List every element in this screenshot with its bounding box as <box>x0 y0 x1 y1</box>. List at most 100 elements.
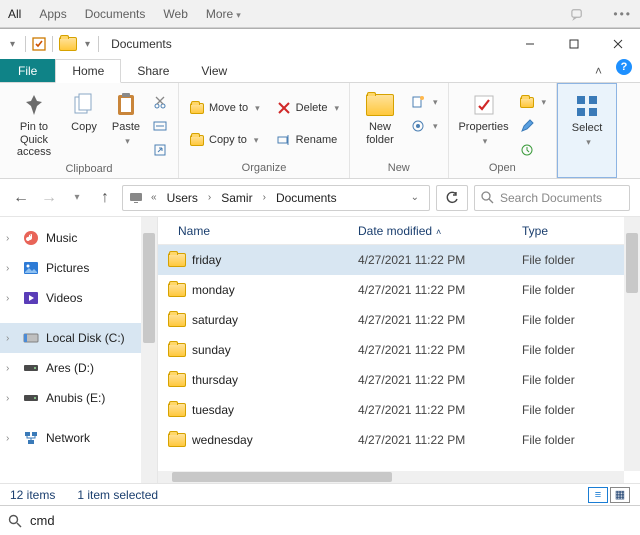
run-input[interactable] <box>30 513 632 528</box>
qat-overflow-icon[interactable]: ▾ <box>83 39 92 50</box>
feedback-icon[interactable] <box>570 6 585 21</box>
videos-icon <box>22 289 40 307</box>
copy-path-button[interactable] <box>148 115 172 137</box>
open-button[interactable]: ▾ <box>515 91 551 113</box>
pin-icon <box>18 91 50 119</box>
path-icon <box>152 118 168 134</box>
move-to-button[interactable]: Move to▾ <box>185 97 264 119</box>
file-row[interactable]: tuesday4/27/2021 11:22 PMFile folder <box>158 395 640 425</box>
chevron-right-icon[interactable]: › <box>6 433 16 444</box>
content-hscrollbar[interactable] <box>158 471 624 483</box>
pc-icon <box>129 191 143 205</box>
address-dropdown-icon[interactable]: ⌄ <box>407 192 423 203</box>
qat-dropdown-icon[interactable]: ▾ <box>6 39 19 50</box>
thumbnails-view-button[interactable]: ▦ <box>610 487 630 503</box>
minimize-button[interactable] <box>508 29 552 59</box>
column-header-name[interactable]: Name <box>158 224 358 238</box>
tree-item-pictures[interactable]: ›Pictures <box>0 253 157 283</box>
forward-button[interactable]: → <box>38 187 60 209</box>
file-row[interactable]: monday4/27/2021 11:22 PMFile folder <box>158 275 640 305</box>
chevron-right-icon[interactable]: › <box>6 363 16 374</box>
chevron-right-icon[interactable]: › <box>6 393 16 404</box>
back-button[interactable]: ← <box>10 187 32 209</box>
up-button[interactable]: ↑ <box>94 187 116 209</box>
file-name: tuesday <box>192 403 234 417</box>
breadcrumb[interactable]: Samir <box>219 191 254 205</box>
tree-item-ares-d-[interactable]: › Ares (D:) <box>0 353 157 383</box>
easy-access-button[interactable]: ▾ <box>406 115 442 137</box>
file-type: File folder <box>518 253 624 267</box>
select-button[interactable]: Select▾ <box>564 88 610 151</box>
tree-item-label: Ares (D:) <box>46 361 94 375</box>
tab-share[interactable]: Share <box>121 59 185 82</box>
details-view-button[interactable]: ≡ <box>588 487 608 503</box>
chevron-right-icon[interactable]: › <box>6 263 16 274</box>
folder-icon <box>168 313 186 327</box>
chevron-right-icon[interactable]: › <box>6 293 16 304</box>
delete-button[interactable]: Delete▾ <box>272 97 343 119</box>
breadcrumb[interactable]: Users <box>165 191 200 205</box>
cut-button[interactable] <box>148 91 172 113</box>
new-folder-button[interactable]: New folder <box>356 87 404 150</box>
tree-item-network[interactable]: › Network <box>0 423 157 453</box>
folder-icon <box>168 343 186 357</box>
content-vscrollbar[interactable] <box>624 217 640 471</box>
top-tab-apps[interactable]: Apps <box>39 7 66 21</box>
more-options-icon[interactable]: ••• <box>613 7 632 21</box>
file-row[interactable]: thursday4/27/2021 11:22 PMFile folder <box>158 365 640 395</box>
top-tab-all[interactable]: All <box>8 7 21 21</box>
file-row[interactable]: wednesday4/27/2021 11:22 PMFile folder <box>158 425 640 455</box>
file-row[interactable]: friday4/27/2021 11:22 PMFile folder <box>158 245 640 275</box>
copy-button[interactable]: Copy <box>64 87 104 138</box>
file-row[interactable]: sunday4/27/2021 11:22 PMFile folder <box>158 335 640 365</box>
tab-home[interactable]: Home <box>55 59 121 83</box>
maximize-button[interactable] <box>552 29 596 59</box>
history-button[interactable] <box>515 139 551 161</box>
tree-item-local-disk-c-[interactable]: ›Local Disk (C:) <box>0 323 157 353</box>
qat-properties-icon[interactable] <box>32 37 46 51</box>
title-bar: ▾ ▾ Documents <box>0 29 640 59</box>
file-name: friday <box>192 253 221 267</box>
breadcrumb[interactable]: Documents <box>274 191 339 205</box>
new-item-button[interactable]: ▾ <box>406 91 442 113</box>
sidebar-scrollbar[interactable] <box>141 217 157 483</box>
top-tab-more[interactable]: More▾ <box>206 7 241 21</box>
tree-item-label: Network <box>46 431 90 445</box>
recent-locations-button[interactable]: ▾ <box>66 187 88 209</box>
properties-button[interactable]: Properties▾ <box>455 87 513 150</box>
paste-shortcut-button[interactable] <box>148 139 172 161</box>
help-icon[interactable]: ? <box>616 59 632 75</box>
chevron-right-icon[interactable]: › <box>6 333 16 344</box>
tree-item-music[interactable]: ›Music <box>0 223 157 253</box>
top-tab-documents[interactable]: Documents <box>85 7 146 21</box>
column-header-date[interactable]: Date modified˄ <box>358 224 518 238</box>
tab-view[interactable]: View <box>185 59 243 82</box>
top-tab-web[interactable]: Web <box>163 7 187 21</box>
file-name: sunday <box>192 343 231 357</box>
open-icon <box>519 94 535 110</box>
tree-item-anubis-e-[interactable]: ›Anubis (E:) <box>0 383 157 413</box>
tree-item-videos[interactable]: › Videos <box>0 283 157 313</box>
address-bar[interactable]: « Users› Samir› Documents ⌄ <box>122 185 430 211</box>
window-title: Documents <box>111 37 172 51</box>
properties-icon <box>468 91 500 119</box>
paste-button[interactable]: Paste▾ <box>106 87 146 150</box>
chevron-right-icon[interactable]: › <box>6 233 16 244</box>
tab-file[interactable]: File <box>0 59 55 82</box>
edit-button[interactable] <box>515 115 551 137</box>
ribbon: Pin to Quick access Copy Paste▾ Clipboar… <box>0 83 640 179</box>
file-row[interactable]: saturday4/27/2021 11:22 PMFile folder <box>158 305 640 335</box>
tree-item-label: Videos <box>46 291 82 305</box>
copy-to-button[interactable]: Copy to▾ <box>185 129 264 151</box>
column-header-type[interactable]: Type <box>518 224 624 238</box>
rename-button[interactable]: Rename <box>272 129 343 151</box>
file-list: Name Date modified˄ Type friday4/27/2021… <box>158 217 640 483</box>
qat-folder-icon <box>59 37 77 51</box>
search-icon <box>8 514 22 528</box>
close-button[interactable] <box>596 29 640 59</box>
refresh-button[interactable] <box>436 185 468 211</box>
search-input[interactable]: Search Documents <box>474 185 630 211</box>
explorer-window: ▾ ▾ Documents File Home Share View ˄ ? <box>0 28 640 535</box>
pin-button[interactable]: Pin to Quick access <box>6 87 62 163</box>
ribbon-collapse-icon[interactable]: ˄ <box>589 59 608 82</box>
